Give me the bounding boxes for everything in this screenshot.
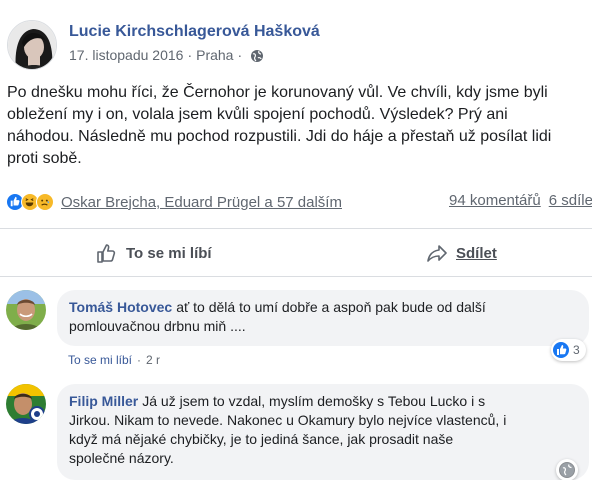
post-header: Lucie Kirchschlagerová Hašková 17. listo… xyxy=(7,20,320,70)
post-text: Po dnešku mohu říci, že Černohor je koru… xyxy=(7,84,552,167)
share-button-label: Sdílet xyxy=(456,244,497,262)
comment-reaction-badge[interactable] xyxy=(556,459,578,480)
comment-time[interactable]: 2 r xyxy=(146,353,160,367)
like-button-label: To se mi líbí xyxy=(126,244,212,262)
divider-top xyxy=(0,228,592,229)
comment-bubble: Tomáš Hotovec ať to dělá to umí dobře a a… xyxy=(57,290,589,346)
commenter-avatar[interactable] xyxy=(6,384,46,424)
divider-bottom xyxy=(0,276,592,277)
globe-icon xyxy=(559,462,575,478)
comment-reaction-count: 3 xyxy=(573,343,580,357)
post-meta: 17. listopadu 2016 · Praha · xyxy=(69,45,320,65)
comment-bubble: Filip Miller Já už jsem to vzdal, myslím … xyxy=(57,384,589,480)
reaction-icons[interactable] xyxy=(6,193,54,211)
post-date[interactable]: 17. listopadu 2016 xyxy=(69,45,183,65)
post-location[interactable]: Praha xyxy=(196,45,233,65)
post-actions: To se mi líbí Sdílet xyxy=(0,236,592,270)
reactors-link[interactable]: Oskar Brejcha, Eduard Prügel a 57 dalším xyxy=(61,194,342,211)
sad-reaction-icon xyxy=(36,193,54,211)
comment-text-line: pomlouvačnou drbnu miň .... xyxy=(69,318,246,334)
share-arrow-icon xyxy=(427,245,447,262)
comment-actions-separator: · xyxy=(137,353,142,367)
comment-actions: To se mi líbí · 2 r xyxy=(68,353,160,367)
commenter-avatar[interactable] xyxy=(6,290,46,330)
thumbs-up-icon xyxy=(97,244,116,263)
shares-count-link[interactable]: 6 sdílení xyxy=(549,192,592,209)
header-text: Lucie Kirchschlagerová Hašková 17. listo… xyxy=(69,21,320,65)
post-card: Lucie Kirchschlagerová Hašková 17. listo… xyxy=(0,0,592,480)
meta-separator-2: · xyxy=(237,47,243,63)
like-button[interactable]: To se mi líbí xyxy=(96,236,212,270)
comment-text-line: Jirkou. Nikam to nevede. Nakonec u Okamu… xyxy=(69,412,507,428)
reactions-bar: Oskar Brejcha, Eduard Prügel a 57 dalším… xyxy=(6,190,592,214)
like-reaction-icon xyxy=(553,342,569,358)
share-button[interactable]: Sdílet xyxy=(426,236,497,270)
globe-icon[interactable] xyxy=(250,48,264,62)
author-name[interactable]: Lucie Kirchschlagerová Hašková xyxy=(69,21,320,43)
comment-reaction-badge[interactable]: 3 xyxy=(551,339,586,361)
comments-count-link[interactable]: 94 komentářů xyxy=(449,192,541,209)
commenter-name[interactable]: Tomáš Hotovec xyxy=(69,299,172,315)
author-avatar[interactable] xyxy=(7,20,57,70)
commenter-name[interactable]: Filip Miller xyxy=(69,393,138,409)
post-counts: 94 komentářů 6 sdílení xyxy=(449,192,592,209)
comment-text-line: když má nějaké chybičky, je to jediná ša… xyxy=(69,431,454,447)
comment-text-line: společné názory. xyxy=(69,450,174,466)
comment-text: Já už jsem to vzdal, myslím demošky s Te… xyxy=(142,393,486,409)
comment-like-link[interactable]: To se mi líbí xyxy=(68,353,132,367)
comment-text: ať to dělá to umí dobře a aspoň pak bude… xyxy=(176,299,486,315)
meta-separator: · xyxy=(187,47,193,63)
